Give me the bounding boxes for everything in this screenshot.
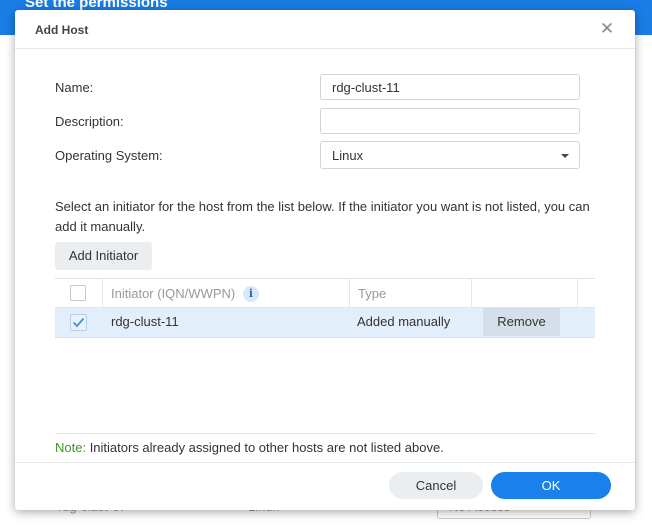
remove-button[interactable]: Remove: [483, 308, 560, 336]
os-select[interactable]: Linux: [320, 141, 580, 169]
note-text: Note: Initiators already assigned to oth…: [55, 440, 444, 455]
column-divider: [102, 279, 103, 307]
checkmark-icon: [72, 317, 85, 328]
add-host-dialog: Add Host ✕ Name: Description: Operating …: [15, 10, 635, 510]
title-divider: [15, 48, 635, 49]
name-input[interactable]: [320, 74, 580, 100]
description-input[interactable]: [320, 108, 580, 134]
column-divider: [577, 279, 578, 307]
table-row[interactable]: rdg-clust-11 Added manually Remove: [55, 308, 595, 338]
initiator-grid: Initiator (IQN/WWPN) i Type rdg-clust-11…: [55, 278, 595, 434]
initiator-instructions: Select an initiator for the host from th…: [55, 199, 590, 234]
initiator-column-header[interactable]: Initiator (IQN/WWPN): [111, 286, 235, 301]
close-icon[interactable]: ✕: [599, 20, 615, 37]
dialog-title: Add Host: [35, 23, 89, 37]
column-divider: [349, 279, 350, 307]
description-label: Description:: [55, 114, 124, 129]
add-initiator-button[interactable]: Add Initiator: [55, 242, 152, 270]
os-label: Operating System:: [55, 148, 163, 163]
footer-divider: [15, 462, 635, 463]
row-type: Added manually: [357, 314, 451, 329]
grid-bottom-border: [55, 433, 595, 434]
row-checkbox[interactable]: [70, 314, 87, 331]
ok-button[interactable]: OK: [491, 472, 611, 499]
info-icon[interactable]: i: [243, 286, 259, 302]
grid-header: Initiator (IQN/WWPN) i Type: [55, 279, 595, 308]
select-all-checkbox[interactable]: [70, 285, 86, 301]
os-select-value: Linux: [332, 148, 364, 163]
row-initiator: rdg-clust-11: [111, 314, 179, 329]
cancel-button[interactable]: Cancel: [389, 472, 483, 499]
column-divider: [471, 279, 472, 307]
type-column-header[interactable]: Type: [358, 286, 386, 301]
chevron-down-icon: [561, 154, 569, 158]
name-label: Name:: [55, 80, 94, 95]
note-body: Initiators already assigned to other hos…: [86, 440, 444, 455]
note-label: Note:: [55, 440, 87, 455]
